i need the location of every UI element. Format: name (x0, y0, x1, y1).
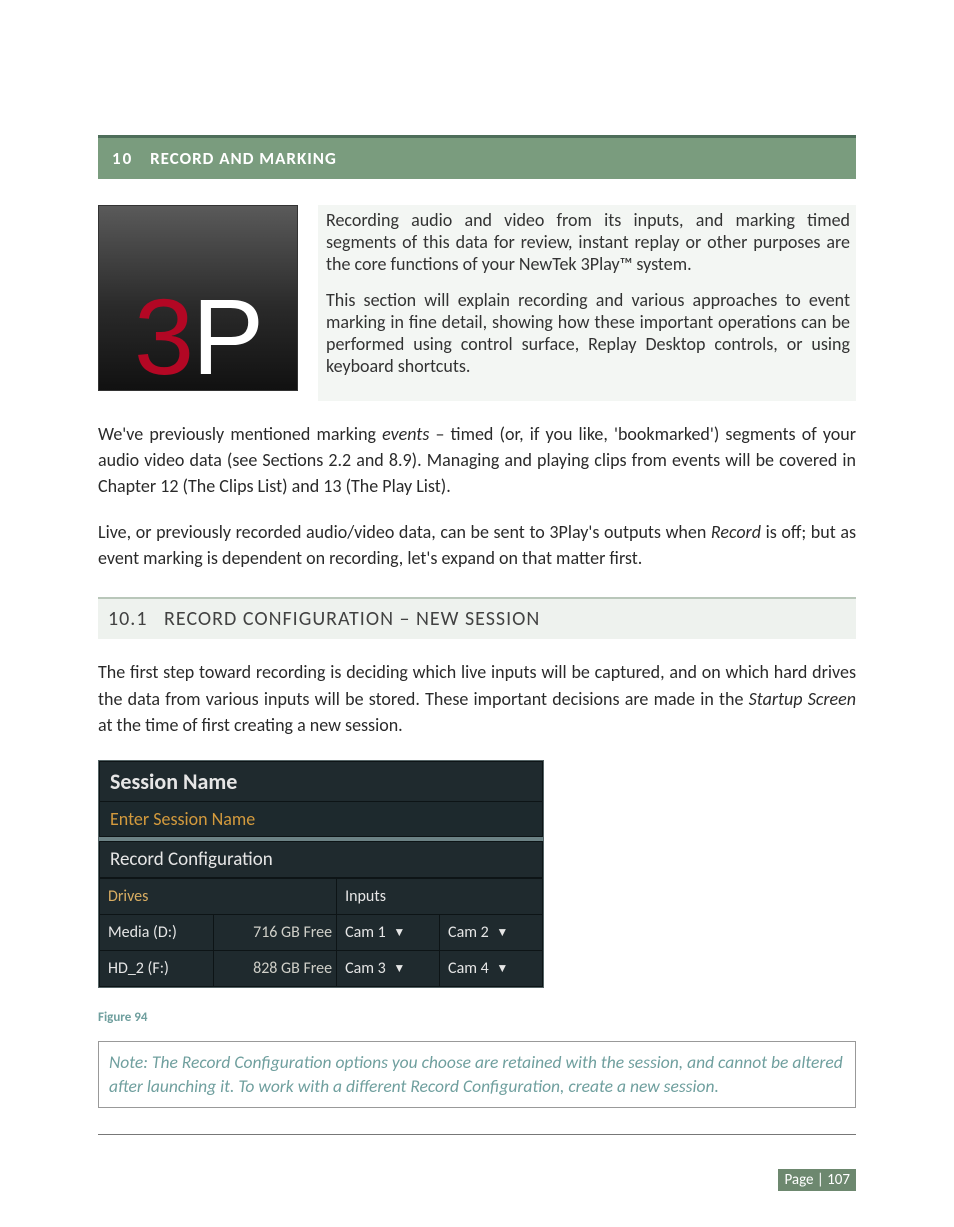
cam-label: Cam 2 (448, 923, 489, 942)
em-record: Record (711, 521, 761, 543)
drive-free: 716 GB Free (214, 914, 337, 950)
section-title: RECORD AND MARKING (150, 148, 337, 169)
intro-paragraph-2: This section will explain recording and … (326, 289, 850, 377)
em-events: events (382, 423, 429, 445)
cam-select[interactable]: Cam 2 ▼ (440, 914, 543, 950)
body2-paragraph-1: The first step toward recording is decid… (98, 659, 856, 737)
text: Live, or previously recorded audio/video… (98, 521, 711, 543)
intro-text: Recording audio and video from its input… (318, 205, 856, 401)
section-number: 10 (112, 148, 133, 169)
logo-3: 3 (134, 276, 192, 397)
em-startup-screen: Startup Screen (749, 688, 856, 710)
chevron-down-icon: ▼ (496, 961, 508, 976)
table-row: HD_2 (F:) 828 GB Free Cam 3 ▼ Cam 4 ▼ (100, 950, 543, 986)
cam-select[interactable]: Cam 1 ▼ (337, 914, 440, 950)
chevron-down-icon: ▼ (393, 925, 405, 940)
drive-name: Media (D:) (100, 914, 214, 950)
text: at the time of first creating a new sess… (98, 714, 403, 736)
session-name-label: Session Name (99, 761, 543, 802)
cam-label: Cam 1 (345, 923, 386, 942)
subsection-number: 10.1 (108, 607, 147, 631)
chevron-down-icon: ▼ (496, 925, 508, 940)
cam-label: Cam 4 (448, 959, 489, 978)
horizontal-rule (98, 1134, 856, 1135)
intro-row: 3P Recording audio and video from its in… (98, 205, 856, 401)
body-paragraph-2: Live, or previously recorded audio/video… (98, 519, 856, 571)
table-row: Media (D:) 716 GB Free Cam 1 ▼ Cam 2 ▼ (100, 914, 543, 950)
product-logo-text: 3P (134, 294, 262, 380)
table-header-row: Drives Inputs (100, 878, 543, 914)
figure-caption: Figure 94 (98, 1010, 856, 1025)
header-inputs: Inputs (337, 878, 543, 914)
text: We've previously mentioned marking (98, 423, 382, 445)
intro-paragraph-1: Recording audio and video from its input… (326, 209, 850, 275)
record-config-table: Drives Inputs Media (D:) 716 GB Free Cam… (99, 878, 543, 987)
cam-select[interactable]: Cam 3 ▼ (337, 950, 440, 986)
subsection-title: RECORD CONFIGURATION – NEW SESSION (164, 607, 540, 631)
session-name-input[interactable]: Enter Session Name (99, 802, 543, 837)
cam-select[interactable]: Cam 4 ▼ (440, 950, 543, 986)
logo-p: P (192, 276, 262, 397)
body-paragraph-1: We've previously mentioned marking event… (98, 421, 856, 499)
section-heading: 10 RECORD AND MARKING (98, 135, 856, 179)
drive-name: HD_2 (F:) (100, 950, 214, 986)
chevron-down-icon: ▼ (393, 961, 405, 976)
product-logo: 3P (98, 205, 298, 391)
text: The first step toward recording is decid… (98, 661, 856, 709)
cam-label: Cam 3 (345, 959, 386, 978)
record-config-label: Record Configuration (99, 841, 543, 878)
subsection-heading: 10.1 RECORD CONFIGURATION – NEW SESSION (98, 597, 856, 639)
drive-free: 828 GB Free (214, 950, 337, 986)
page-number: Page | 107 (778, 1169, 856, 1191)
note-box: Note: The Record Configuration options y… (98, 1041, 856, 1108)
record-config-panel: Session Name Enter Session Name Record C… (98, 760, 544, 988)
header-drives: Drives (100, 878, 337, 914)
